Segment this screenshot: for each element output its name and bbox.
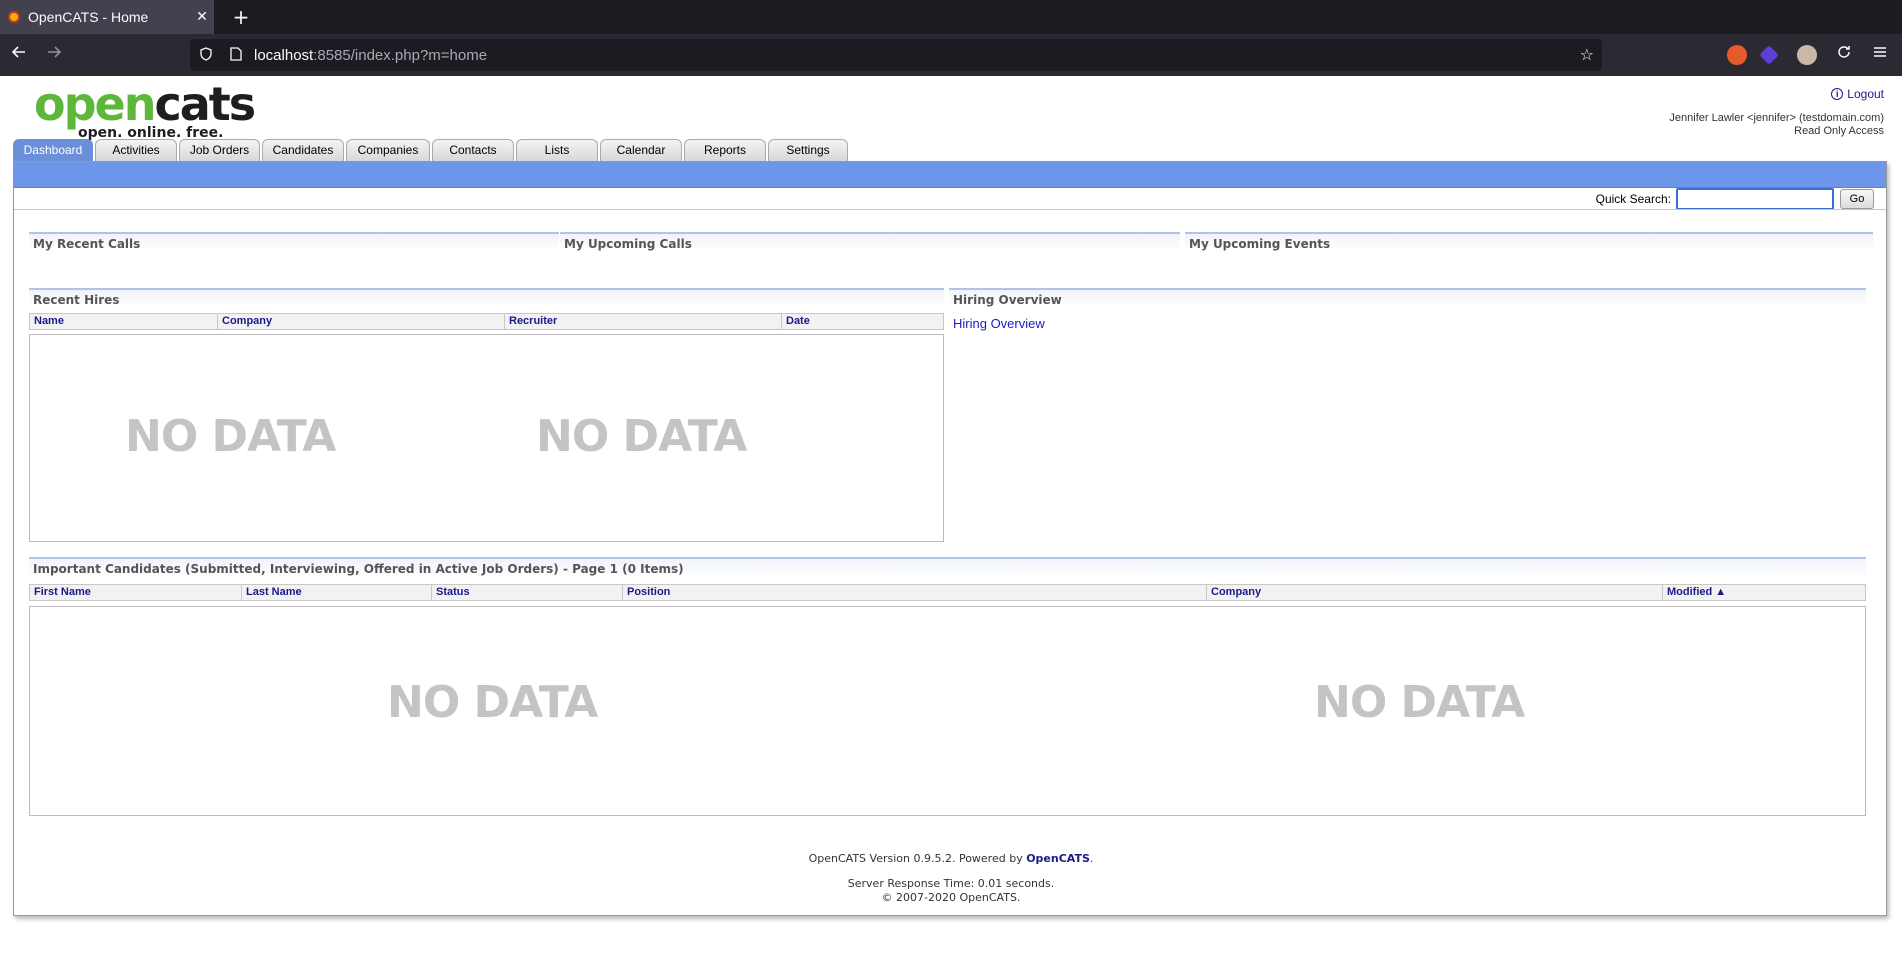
column-company[interactable]: Company bbox=[218, 314, 505, 329]
forward-arrow-icon bbox=[48, 46, 62, 58]
back-arrow-icon bbox=[11, 46, 25, 58]
browser-toolbar: localhost:8585/index.php?m=home ☆ bbox=[0, 34, 1902, 76]
user-info: Jennifer Lawler <jennifer> (testdomain.c… bbox=[1669, 112, 1884, 138]
important-candidates-heading: Important Candidates (Submitted, Intervi… bbox=[29, 557, 1866, 577]
version-text: OpenCATS Version 0.9.5.2. Powered by bbox=[808, 852, 1027, 865]
url-path: :8585/index.php?m=home bbox=[313, 46, 488, 64]
quick-search-input[interactable] bbox=[1676, 188, 1834, 210]
logout-label: Logout bbox=[1847, 87, 1884, 101]
sub-nav-bar bbox=[14, 162, 1886, 188]
main-nav-tabs: Dashboard Activities Job Orders Candidat… bbox=[13, 139, 850, 161]
logo-open: open bbox=[34, 77, 156, 131]
column-company[interactable]: Company bbox=[1207, 585, 1663, 600]
no-data-placeholder: NO DATA bbox=[387, 677, 598, 728]
browser-tab-title: OpenCATS - Home bbox=[28, 9, 149, 25]
no-data-placeholder: NO DATA bbox=[1314, 677, 1525, 728]
url-host: localhost bbox=[254, 46, 314, 64]
no-data-placeholder: NO DATA bbox=[536, 411, 747, 462]
divider bbox=[14, 209, 1886, 210]
tab-settings[interactable]: Settings bbox=[768, 139, 848, 161]
column-name[interactable]: Name bbox=[30, 314, 218, 329]
reload-icon bbox=[1838, 46, 1850, 58]
extension-face-icon[interactable] bbox=[1797, 45, 1817, 65]
logo-cats: cats bbox=[154, 77, 256, 131]
info-icon: i bbox=[1831, 88, 1844, 100]
recent-hires-chart-area: NO DATA NO DATA bbox=[29, 334, 944, 542]
dashboard-panel: Quick Search: Go My Recent Calls My Upco… bbox=[13, 161, 1887, 916]
page-icon[interactable] bbox=[228, 47, 244, 63]
logout-link[interactable]: i Logout bbox=[1831, 87, 1884, 101]
menu-button[interactable] bbox=[1868, 43, 1892, 67]
candidates-column-header: First Name Last Name Status Position Com… bbox=[29, 584, 1866, 601]
quick-search-label: Quick Search: bbox=[1595, 192, 1671, 206]
tab-contacts[interactable]: Contacts bbox=[432, 139, 514, 161]
footer-version: OpenCATS Version 0.9.5.2. Powered by Ope… bbox=[0, 852, 1902, 865]
recent-hires-column-header: Name Company Recruiter Date bbox=[29, 313, 944, 330]
page: opencats open. online. free. i Logout Je… bbox=[0, 76, 1902, 959]
opencats-favicon-icon bbox=[8, 11, 20, 23]
tab-job-orders[interactable]: Job Orders bbox=[179, 139, 260, 161]
column-last-name[interactable]: Last Name bbox=[242, 585, 432, 600]
opencats-logo[interactable]: opencats open. online. free. bbox=[34, 77, 256, 141]
opencats-link[interactable]: OpenCATS bbox=[1026, 852, 1090, 865]
url-text: localhost:8585/index.php?m=home bbox=[254, 47, 487, 64]
column-position[interactable]: Position bbox=[623, 585, 1207, 600]
version-suffix: . bbox=[1089, 852, 1094, 865]
tab-activities[interactable]: Activities bbox=[95, 139, 177, 161]
extension-diamond-icon[interactable] bbox=[1759, 45, 1779, 65]
tab-companies[interactable]: Companies bbox=[346, 139, 430, 161]
tab-reports[interactable]: Reports bbox=[684, 139, 766, 161]
candidates-chart-area: NO DATA NO DATA bbox=[29, 606, 1866, 816]
recent-calls-heading: My Recent Calls bbox=[29, 232, 559, 252]
reload-button[interactable] bbox=[1832, 43, 1856, 67]
upcoming-calls-heading: My Upcoming Calls bbox=[560, 232, 1180, 252]
hiring-overview-link[interactable]: Hiring Overview bbox=[953, 316, 1045, 331]
logo-wordmark: opencats bbox=[34, 77, 256, 131]
column-status[interactable]: Status bbox=[432, 585, 623, 600]
bookmark-star-icon[interactable]: ☆ bbox=[1580, 45, 1594, 64]
no-data-placeholder: NO DATA bbox=[125, 411, 336, 462]
upcoming-events-heading: My Upcoming Events bbox=[1185, 232, 1873, 252]
close-tab-icon[interactable]: ✕ bbox=[190, 9, 214, 25]
recent-hires-heading: Recent Hires bbox=[29, 288, 944, 308]
hiring-overview-heading: Hiring Overview bbox=[949, 288, 1866, 308]
browser-tab-strip: OpenCATS - Home ✕ + bbox=[0, 0, 1902, 34]
new-tab-button[interactable]: + bbox=[228, 3, 254, 31]
column-modified[interactable]: Modified ▲ bbox=[1663, 585, 1863, 600]
column-first-name[interactable]: First Name bbox=[30, 585, 242, 600]
user-name-line: Jennifer Lawler <jennifer> (testdomain.c… bbox=[1669, 112, 1884, 124]
forward-button[interactable] bbox=[42, 43, 66, 67]
tab-dashboard[interactable]: Dashboard bbox=[13, 139, 93, 161]
hamburger-menu-icon bbox=[1874, 47, 1886, 57]
server-response-time: Server Response Time: 0.01 seconds. bbox=[847, 877, 1055, 890]
extension-fox-icon[interactable] bbox=[1727, 45, 1747, 65]
shield-icon[interactable] bbox=[198, 47, 214, 63]
browser-tab[interactable]: OpenCATS - Home ✕ bbox=[0, 0, 214, 34]
tab-candidates[interactable]: Candidates bbox=[262, 139, 344, 161]
quick-search-go-button[interactable]: Go bbox=[1840, 189, 1874, 209]
sort-ascending-icon: ▲ bbox=[1715, 586, 1727, 598]
column-date[interactable]: Date bbox=[782, 314, 943, 329]
column-recruiter[interactable]: Recruiter bbox=[505, 314, 782, 329]
column-modified-label: Modified bbox=[1667, 586, 1713, 598]
copyright: © 2007-2020 OpenCATS. bbox=[881, 891, 1021, 904]
tab-calendar[interactable]: Calendar bbox=[600, 139, 682, 161]
access-level: Read Only Access bbox=[1794, 125, 1884, 137]
address-bar[interactable]: localhost:8585/index.php?m=home ☆ bbox=[190, 39, 1602, 71]
tab-lists[interactable]: Lists bbox=[516, 139, 598, 161]
back-button[interactable] bbox=[7, 43, 31, 67]
